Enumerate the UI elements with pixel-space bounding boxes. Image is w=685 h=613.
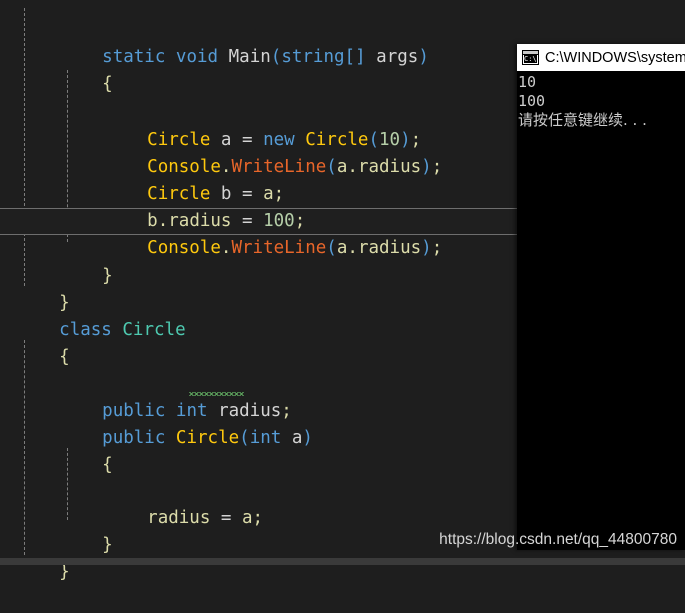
bottom-strip (0, 558, 685, 565)
console-titlebar[interactable]: C:\WINDOWS\system32 (517, 44, 685, 71)
code-line[interactable]: static void Main(string[] args) (0, 17, 685, 67)
console-output-line: 10 (518, 73, 537, 91)
green-squiggly-underline (189, 392, 244, 396)
console-output-area[interactable]: 10 100 请按任意键继续. . . (517, 71, 685, 130)
console-window[interactable]: C:\WINDOWS\system32 10 100 请按任意键继续. . . (517, 44, 685, 550)
token-brace: { (102, 455, 113, 475)
watermark-url: https://blog.csdn.net/qq_44800780 (439, 531, 677, 548)
console-output-line: 100 (518, 92, 546, 110)
console-window-icon (522, 50, 539, 65)
token-brace: { (59, 347, 70, 367)
console-title-text: C:\WINDOWS\system32 (545, 49, 685, 66)
token-brace: } (59, 562, 70, 582)
console-output-line: 请按任意键继续. . . (518, 111, 647, 129)
token-brace: { (102, 74, 113, 94)
